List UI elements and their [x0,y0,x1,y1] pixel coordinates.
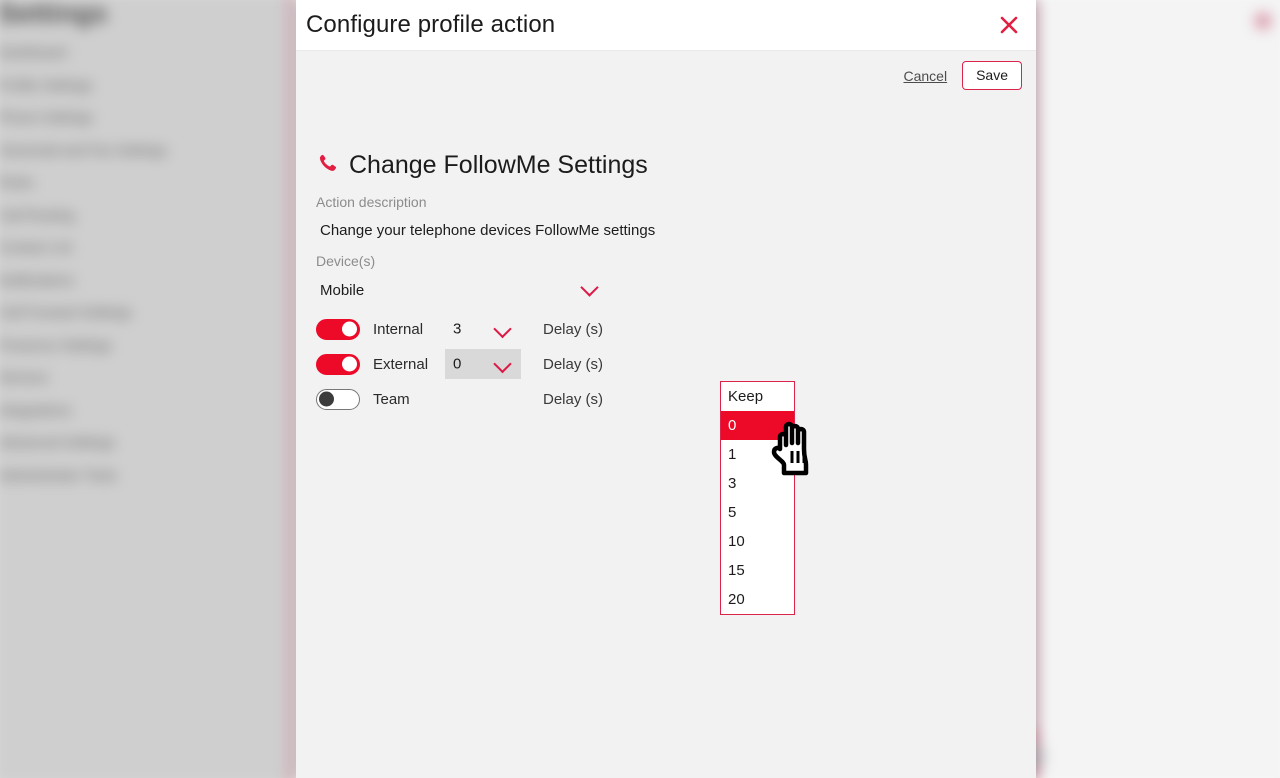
delay-row: Internal 3 Delay (s) [316,314,876,344]
save-button[interactable]: Save [962,61,1022,91]
background-nav-item[interactable]: Integrations [0,402,71,418]
action-description-label: Action description [316,194,427,210]
chevron-down-icon [580,278,599,297]
modal-header: Configure profile action [296,0,1036,51]
chevron-down-icon [493,319,512,339]
action-heading-row: Change FollowMe Settings [316,151,648,180]
background-sidebar: Settings Dashboard Profile Settings Phone … [0,0,296,778]
dropdown-option[interactable]: 3 [721,469,794,498]
modal-title: Configure profile action [306,11,556,38]
action-description-text: Change your telephone devices FollowMe s… [320,222,656,239]
background-nav-item[interactable]: Presence Settings [0,337,112,353]
background-nav-item[interactable]: Phone Settings [0,109,93,125]
close-icon[interactable] [993,9,1025,41]
background-nav-item[interactable]: Call Forward Settings [0,304,132,320]
dropdown-option[interactable]: 5 [721,498,794,527]
toggle-knob [342,321,357,337]
delay-selected-value: 0 [453,355,462,373]
background-nav-item[interactable]: Advanced Settings [0,434,115,450]
background-sidebar-accent-strip [288,0,293,778]
delay-dropdown-list[interactable]: Keep 0 1 3 5 10 15 20 [720,381,795,615]
devices-select[interactable]: Mobile [316,278,599,306]
delay-unit-label: Delay (s) [543,390,604,408]
delay-unit-label: Delay (s) [543,320,604,338]
background-nav-item[interactable]: Rules [0,174,34,190]
dropdown-option[interactable]: 20 [721,585,794,614]
dropdown-option[interactable]: 0 [721,411,794,440]
delay-select-external[interactable]: 0 [445,349,521,379]
phone-icon [316,152,338,179]
delay-select-team[interactable] [445,384,521,414]
delay-row-label: External [373,355,429,373]
background-nav-item[interactable]: Contact List [0,239,72,255]
background-nav-item[interactable]: Call Routing [0,207,74,223]
background-nav-item[interactable]: Notifications [0,272,74,288]
toggle-external[interactable] [316,353,360,375]
toggle-team[interactable] [316,388,360,410]
modal-body: Cancel Save Change FollowMe Settings Act… [296,51,1036,778]
background-top-right-indicator [1256,14,1270,28]
delay-row-label: Team [373,390,410,408]
configure-profile-action-modal: Configure profile action Cancel Save Cha… [296,0,1036,778]
toggle-internal[interactable] [316,318,360,340]
cancel-button[interactable]: Cancel [902,66,948,86]
delay-selected-value: 3 [453,320,462,338]
background-nav-item[interactable]: Administrator Tools [0,467,117,483]
delay-row: External 0 Delay (s) [316,349,876,379]
background-nav-item[interactable]: Devices [0,369,48,385]
background-nav-item[interactable]: Dashboard [0,44,67,60]
background-nav-item[interactable]: Profile Settings [0,77,92,93]
modal-action-bar: Cancel Save [902,61,1022,91]
app-page: Settings Dashboard Profile Settings Phone … [0,0,1280,778]
delay-select-internal[interactable]: 3 [445,314,521,344]
devices-label: Device(s) [316,253,376,269]
dropdown-option[interactable]: 1 [721,440,794,469]
dropdown-option[interactable]: Keep [721,382,794,411]
delay-row-label: Internal [373,320,424,338]
action-heading: Change FollowMe Settings [349,151,648,179]
dropdown-option[interactable]: 10 [721,527,794,556]
devices-selected-value: Mobile [320,282,365,299]
chevron-down-icon [493,354,512,374]
background-settings-title: Settings [0,0,108,28]
toggle-knob [342,356,357,372]
dropdown-option[interactable]: 15 [721,556,794,585]
background-nav-item[interactable]: Voicemail and Fax Settings [0,142,167,158]
toggle-knob [319,391,334,407]
delay-unit-label: Delay (s) [543,355,604,373]
